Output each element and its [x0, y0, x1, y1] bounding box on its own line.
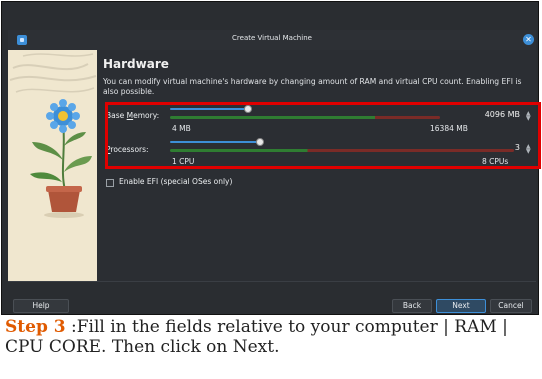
- cancel-button[interactable]: Cancel: [490, 299, 532, 313]
- enable-efi-label[interactable]: Enable EFI (special OSes only): [119, 177, 232, 186]
- dialog-footer: Help Back Next Cancel: [8, 281, 536, 313]
- window-title: Create Virtual Machine: [232, 34, 312, 42]
- back-button[interactable]: Back: [392, 299, 432, 313]
- close-icon[interactable]: ✕: [523, 34, 534, 45]
- step-label: Step 3: [5, 317, 66, 337]
- page-description: You can modify virtual machine's hardwar…: [103, 77, 522, 96]
- page-title: Hardware: [103, 57, 169, 71]
- help-button[interactable]: Help: [13, 299, 69, 313]
- plant-image: [8, 50, 97, 281]
- next-button[interactable]: Next: [436, 299, 486, 313]
- plant-illustration: [8, 50, 97, 281]
- instruction-caption: Step 3 :Fill in the fields relative to y…: [5, 317, 539, 357]
- enable-efi-checkbox[interactable]: [106, 179, 114, 187]
- red-highlight-box: [105, 102, 541, 169]
- title-bar: Create Virtual Machine ✕: [8, 30, 536, 51]
- step-instruction: :Fill in the fields relative to your com…: [5, 317, 508, 357]
